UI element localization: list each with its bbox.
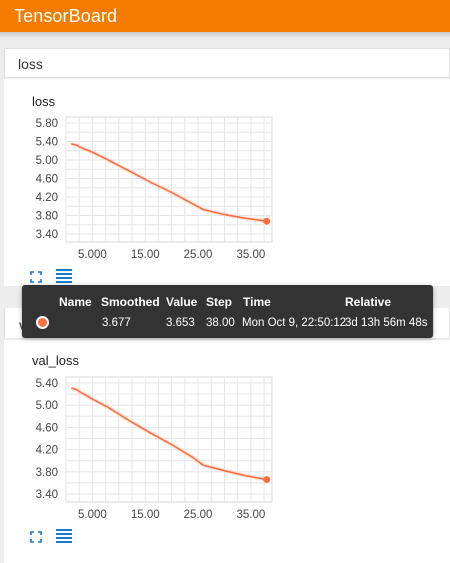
highlight-point[interactable] (263, 217, 271, 225)
y-tick-label: 5.40 (36, 378, 58, 390)
section-header-label: loss (18, 56, 43, 72)
x-tick-label: 35.00 (236, 509, 265, 521)
top-app-bar: TensorBoard (0, 0, 450, 32)
x-tick-label: 15.00 (131, 249, 160, 261)
chart-tooltip: Name Smoothed Value Step Time Relative 3… (22, 285, 433, 338)
tooltip-header-time: Time (243, 295, 271, 309)
highlight-point[interactable] (263, 476, 271, 484)
tooltip-header-relative: Relative (345, 295, 392, 309)
y-tick-label: 4.20 (36, 192, 58, 204)
y-tick-label: 4.60 (36, 174, 58, 186)
x-tick-label: 15.00 (131, 509, 160, 521)
y-tick-label: 4.60 (36, 422, 58, 434)
fit-to-data-icon[interactable] (30, 530, 42, 548)
tooltip-cell-value: 3.653 (166, 317, 195, 329)
x-tick-label: 35.00 (236, 249, 265, 261)
x-tick-label: 5.000 (78, 509, 107, 521)
chart-card-val-loss: val_loss 5.40 5.00 4.60 4.20 3.80 3.40 5.000 15… (4, 340, 450, 563)
app-title: TensorBoard (14, 6, 118, 26)
y-tick-label: 3.40 (36, 489, 58, 501)
y-tick-label: 5.40 (36, 137, 58, 149)
tooltip-header-value: Value (166, 295, 198, 309)
y-tick-label: 4.20 (36, 445, 58, 457)
tooltip-header-step: Step (206, 295, 233, 309)
y-tick-label: 5.00 (36, 400, 58, 412)
x-tick-label: 5.000 (78, 249, 107, 261)
y-tick-label: 3.80 (36, 467, 58, 479)
tooltip-header-name: Name (59, 295, 92, 309)
toggle-data-table-icon[interactable] (56, 529, 72, 548)
tooltip-header-smoothed: Smoothed (101, 295, 160, 309)
chart-card-loss: loss 5.80 5.40 5.00 4.60 4.20 3.80 3.40 5.000 15… (4, 79, 450, 286)
tooltip-cell-time: Mon Oct 9, 22:50:12 (242, 317, 347, 329)
app-bar-shadow (0, 32, 450, 38)
tooltip-cell-smoothed: 3.677 (102, 317, 131, 329)
series-color-dot (36, 316, 49, 329)
y-tick-label: 3.40 (36, 229, 58, 241)
y-tick-label: 5.80 (36, 118, 58, 130)
x-tick-label: 25.00 (184, 509, 213, 521)
tooltip-cell-relative: 3d 13h 56m 48s (345, 317, 428, 329)
x-tick-label: 25.00 (184, 249, 213, 261)
loss-chart[interactable]: 5.80 5.40 5.00 4.60 4.20 3.80 3.40 5.000 15.00 25… (4, 79, 450, 269)
y-tick-label: 3.80 (36, 211, 58, 223)
plot-frame (65, 116, 273, 243)
val-loss-chart[interactable]: 5.40 5.00 4.60 4.20 3.80 3.40 5.000 15.00 25.00 3… (4, 340, 450, 530)
y-tick-label: 5.00 (36, 155, 58, 167)
section-header-loss[interactable]: loss (4, 48, 450, 78)
tooltip-cell-step: 38.00 (206, 317, 235, 329)
